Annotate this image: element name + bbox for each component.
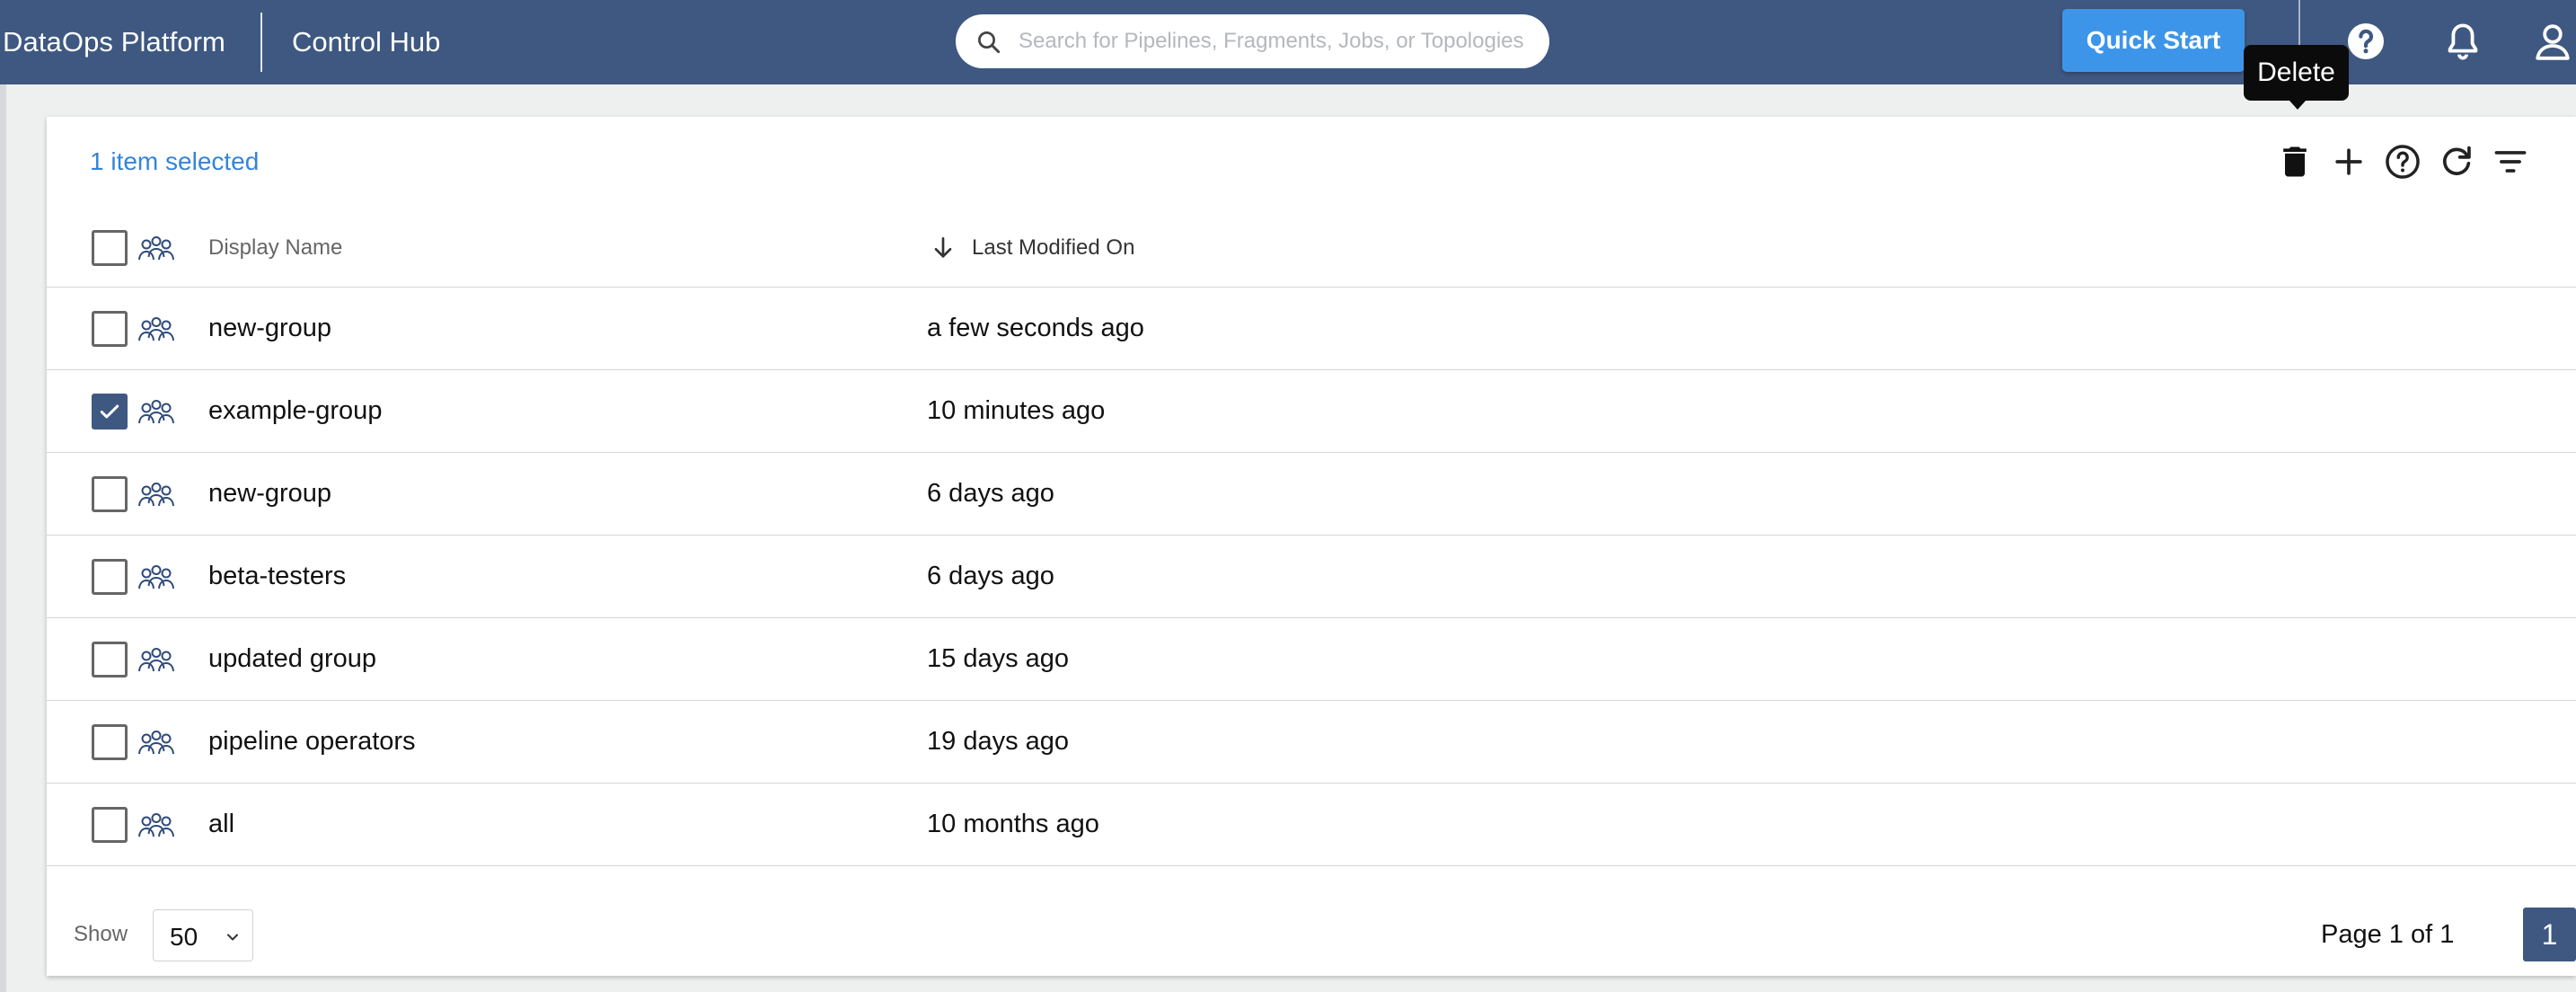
group-icon xyxy=(138,236,174,261)
group-icon xyxy=(138,483,174,507)
table-row[interactable]: all 10 months ago xyxy=(47,784,2576,866)
row-checkbox[interactable] xyxy=(92,807,128,843)
page-size-select[interactable]: 50 xyxy=(153,909,253,961)
page-size-value: 50 xyxy=(170,923,198,951)
help-circle-icon[interactable] xyxy=(2383,142,2422,182)
row-checkbox[interactable] xyxy=(92,476,128,512)
last-modified: 10 months ago xyxy=(927,810,1099,838)
table-header: Display Name Last Modified On xyxy=(47,207,2576,288)
global-search[interactable] xyxy=(956,14,1549,68)
group-icon xyxy=(138,565,174,589)
last-modified: 19 days ago xyxy=(927,727,1070,756)
table-row[interactable]: new-group a few seconds ago xyxy=(47,288,2576,370)
bell-icon[interactable] xyxy=(2441,20,2484,63)
sidebar-edge xyxy=(0,84,6,992)
groups-list-card: 1 item selected Display Name Last Modifi… xyxy=(47,117,2576,976)
checkmark-icon xyxy=(100,404,119,419)
brand-divider xyxy=(260,13,262,72)
row-checkbox[interactable] xyxy=(92,724,128,760)
filter-icon[interactable] xyxy=(2491,142,2530,182)
page-size-label: Show xyxy=(74,922,128,946)
group-name[interactable]: updated group xyxy=(208,644,376,674)
group-name[interactable]: pipeline operators xyxy=(208,727,416,757)
last-modified: 6 days ago xyxy=(927,479,1054,508)
app-name[interactable]: Control Hub xyxy=(292,0,440,84)
brand-name[interactable]: DataOps Platform xyxy=(3,0,225,84)
group-name[interactable]: new-group xyxy=(208,314,331,343)
last-modified: 15 days ago xyxy=(927,644,1070,673)
column-header-display-name[interactable]: Display Name xyxy=(208,235,342,261)
table-footer: Show 50 Page 1 of 1 1 xyxy=(47,895,2576,976)
top-navigation-bar: DataOps Platform Control Hub Quick Start xyxy=(0,0,2576,84)
row-checkbox[interactable] xyxy=(92,642,128,678)
search-icon xyxy=(978,31,1001,54)
last-modified: 10 minutes ago xyxy=(927,396,1106,425)
group-icon xyxy=(138,317,174,341)
group-icon xyxy=(138,813,174,837)
row-checkbox[interactable] xyxy=(92,559,128,595)
group-icon xyxy=(138,731,174,755)
group-name[interactable]: example-group xyxy=(208,396,382,426)
arrow-down-icon[interactable] xyxy=(929,234,957,262)
table-row[interactable]: beta-testers 6 days ago xyxy=(47,536,2576,618)
help-icon[interactable] xyxy=(2344,20,2387,63)
chevron-down-icon xyxy=(227,934,238,941)
last-modified: 6 days ago xyxy=(927,562,1054,590)
group-name[interactable]: beta-testers xyxy=(208,562,346,591)
select-all-checkbox[interactable] xyxy=(92,230,128,266)
selection-count: 1 item selected xyxy=(90,147,260,175)
user-icon[interactable] xyxy=(2531,20,2574,63)
table-row[interactable]: example-group 10 minutes ago xyxy=(47,370,2576,453)
delete-tooltip: Delete xyxy=(2244,45,2349,110)
last-modified: a few seconds ago xyxy=(927,314,1144,342)
group-icon xyxy=(138,400,174,424)
row-checkbox[interactable] xyxy=(92,311,128,347)
quick-start-button[interactable]: Quick Start xyxy=(2062,9,2245,72)
search-input[interactable] xyxy=(1019,23,1531,59)
column-header-last-modified[interactable]: Last Modified On xyxy=(972,235,1134,261)
table-row[interactable]: new-group 6 days ago xyxy=(47,453,2576,536)
plus-icon[interactable] xyxy=(2329,142,2369,182)
group-icon xyxy=(138,648,174,672)
row-checkbox[interactable] xyxy=(92,394,128,430)
trash-icon[interactable] xyxy=(2275,142,2315,182)
refresh-icon[interactable] xyxy=(2437,142,2476,182)
page-info: Page 1 of 1 xyxy=(2321,920,2455,949)
group-name[interactable]: all xyxy=(208,810,234,839)
table-row[interactable]: updated group 15 days ago xyxy=(47,618,2576,701)
table-row[interactable]: pipeline operators 19 days ago xyxy=(47,701,2576,784)
page-button-current[interactable]: 1 xyxy=(2523,908,2576,961)
group-name[interactable]: new-group xyxy=(208,479,331,509)
